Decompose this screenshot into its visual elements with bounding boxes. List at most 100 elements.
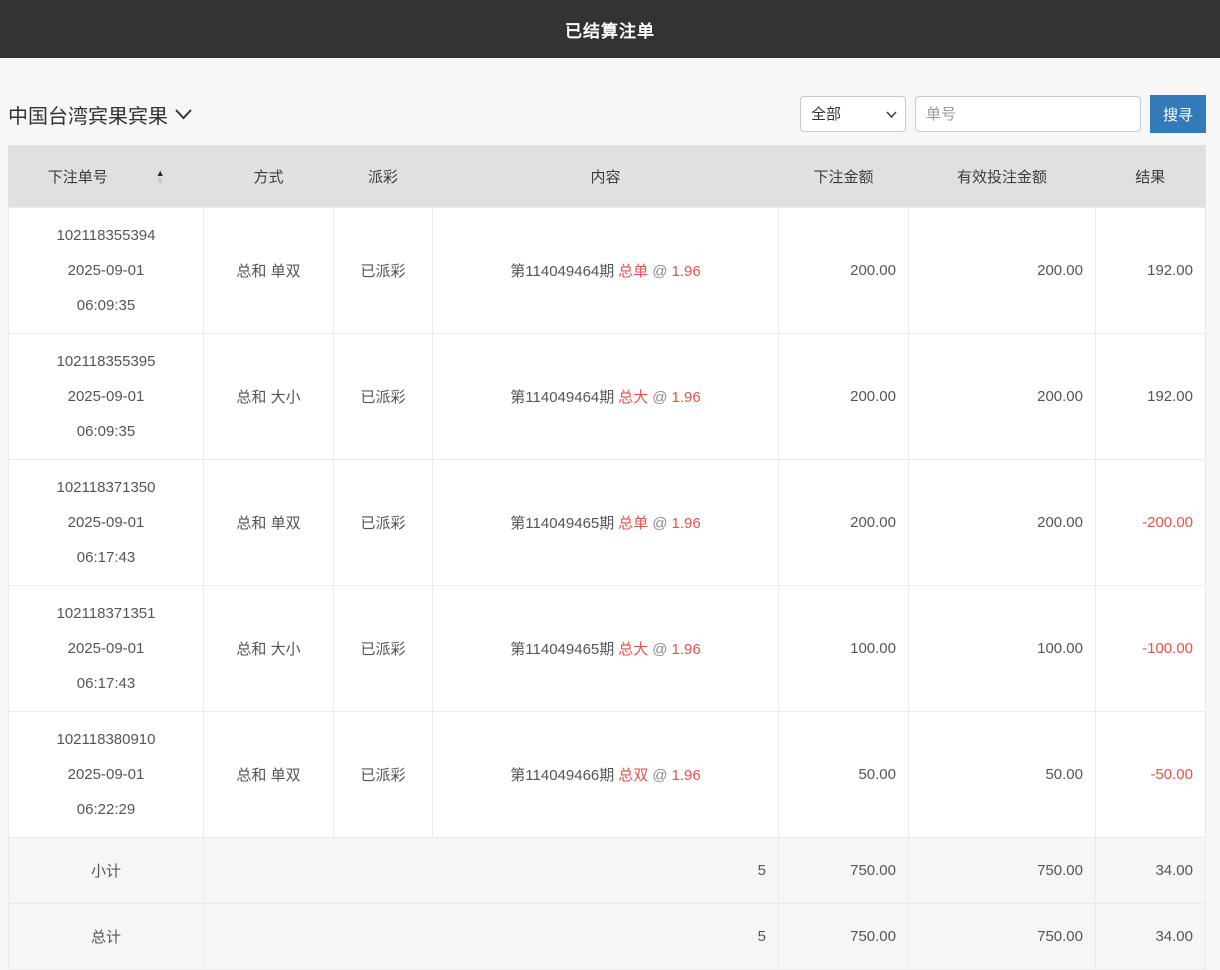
result-cell: -100.00 bbox=[1096, 586, 1206, 712]
payout-cell: 已派彩 bbox=[334, 460, 433, 586]
content-cell: 第114049466期总双@1.96 bbox=[433, 712, 779, 838]
column-header-bet-amount: 下注金额 bbox=[779, 146, 909, 208]
bet-time: 06:09:35 bbox=[10, 414, 202, 449]
payout-cell: 已派彩 bbox=[334, 586, 433, 712]
method-cell: 总和 单双 bbox=[204, 712, 334, 838]
bet-date: 2025-09-01 bbox=[10, 505, 202, 540]
bet-amount-cell: 200.00 bbox=[779, 208, 909, 334]
search-button[interactable]: 搜寻 bbox=[1150, 95, 1206, 133]
page-title: 已结算注单 bbox=[565, 17, 655, 42]
column-header-result: 结果 bbox=[1096, 146, 1206, 208]
method-cell: 总和 大小 bbox=[204, 586, 334, 712]
game-selector[interactable]: 中国台湾宾果宾果 bbox=[8, 100, 192, 129]
bet-date: 2025-09-01 bbox=[10, 631, 202, 666]
at-sign: @ bbox=[652, 515, 667, 532]
pick: 总大 bbox=[618, 641, 648, 658]
odds: 1.96 bbox=[672, 263, 701, 280]
bet-id: 102118371351 bbox=[10, 596, 202, 631]
table-row: 102118355394 2025-09-01 06:09:35 总和 单双 已… bbox=[9, 208, 1206, 334]
column-header-payout: 派彩 bbox=[334, 146, 433, 208]
method-cell: 总和 单双 bbox=[204, 208, 334, 334]
payout-cell: 已派彩 bbox=[334, 208, 433, 334]
status-select-wrap: 全部 bbox=[800, 96, 906, 132]
column-header-valid-amount: 有效投注金额 bbox=[909, 146, 1096, 208]
pick: 总单 bbox=[618, 515, 648, 532]
valid-amount-cell: 200.00 bbox=[909, 208, 1096, 334]
total-bet-amount: 750.00 bbox=[779, 904, 909, 970]
bet-id-cell: 102118355395 2025-09-01 06:09:35 bbox=[9, 334, 204, 460]
filter-controls: 全部 搜寻 bbox=[800, 95, 1206, 133]
valid-amount-cell: 200.00 bbox=[909, 460, 1096, 586]
title-bar: 已结算注单 bbox=[0, 0, 1220, 58]
bet-id: 102118371350 bbox=[10, 470, 202, 505]
at-sign: @ bbox=[652, 641, 667, 658]
bet-id-cell: 102118371350 2025-09-01 06:17:43 bbox=[9, 460, 204, 586]
order-number-input[interactable] bbox=[915, 96, 1141, 132]
period: 第114049464期 bbox=[510, 263, 614, 280]
table-row: 102118380910 2025-09-01 06:22:29 总和 单双 已… bbox=[9, 712, 1206, 838]
column-header-content: 内容 bbox=[433, 146, 779, 208]
bet-id-cell: 102118371351 2025-09-01 06:17:43 bbox=[9, 586, 204, 712]
bet-id: 102118355395 bbox=[10, 344, 202, 379]
subtotal-valid-amount: 750.00 bbox=[909, 838, 1096, 904]
subtotal-count: 5 bbox=[204, 838, 779, 904]
subtotal-row: 小计 5 750.00 750.00 34.00 bbox=[9, 838, 1206, 904]
result-cell: -200.00 bbox=[1096, 460, 1206, 586]
odds: 1.96 bbox=[672, 767, 701, 784]
total-result: 34.00 bbox=[1096, 904, 1206, 970]
result-cell: 192.00 bbox=[1096, 334, 1206, 460]
period: 第114049464期 bbox=[510, 389, 614, 406]
table-row: 102118371351 2025-09-01 06:17:43 总和 大小 已… bbox=[9, 586, 1206, 712]
status-select[interactable]: 全部 bbox=[801, 97, 905, 131]
bet-amount-cell: 100.00 bbox=[779, 586, 909, 712]
bet-amount-cell: 50.00 bbox=[779, 712, 909, 838]
content-cell: 第114049464期总单@1.96 bbox=[433, 208, 779, 334]
bet-date: 2025-09-01 bbox=[10, 253, 202, 288]
content-cell: 第114049464期总大@1.96 bbox=[433, 334, 779, 460]
bet-id: 102118380910 bbox=[10, 722, 202, 757]
odds: 1.96 bbox=[672, 389, 701, 406]
bet-id: 102118355394 bbox=[10, 218, 202, 253]
table-header-row: 下注单号 ▲ ▼ 方式 派彩 内容 下注金额 有效投注金额 结果 bbox=[9, 146, 1206, 208]
at-sign: @ bbox=[652, 389, 667, 406]
at-sign: @ bbox=[652, 263, 667, 280]
column-header-method: 方式 bbox=[204, 146, 334, 208]
content-cell: 第114049465期总单@1.96 bbox=[433, 460, 779, 586]
bet-amount-cell: 200.00 bbox=[779, 334, 909, 460]
sort-desc-icon: ▼ bbox=[156, 177, 165, 185]
total-count: 5 bbox=[204, 904, 779, 970]
filter-row: 中国台湾宾果宾果 全部 搜寻 bbox=[8, 95, 1206, 133]
valid-amount-cell: 50.00 bbox=[909, 712, 1096, 838]
bet-date: 2025-09-01 bbox=[10, 379, 202, 414]
bet-date: 2025-09-01 bbox=[10, 757, 202, 792]
valid-amount-cell: 100.00 bbox=[909, 586, 1096, 712]
result-cell: -50.00 bbox=[1096, 712, 1206, 838]
method-cell: 总和 单双 bbox=[204, 460, 334, 586]
bet-time: 06:17:43 bbox=[10, 540, 202, 575]
odds: 1.96 bbox=[672, 641, 701, 658]
bet-id-cell: 102118380910 2025-09-01 06:22:29 bbox=[9, 712, 204, 838]
method-cell: 总和 大小 bbox=[204, 334, 334, 460]
at-sign: @ bbox=[652, 767, 667, 784]
total-label: 总计 bbox=[9, 904, 204, 970]
period: 第114049465期 bbox=[510, 641, 614, 658]
payout-cell: 已派彩 bbox=[334, 334, 433, 460]
bet-time: 06:09:35 bbox=[10, 288, 202, 323]
chevron-down-icon bbox=[175, 109, 192, 120]
table-row: 102118355395 2025-09-01 06:09:35 总和 大小 已… bbox=[9, 334, 1206, 460]
bet-amount-cell: 200.00 bbox=[779, 460, 909, 586]
valid-amount-cell: 200.00 bbox=[909, 334, 1096, 460]
pick: 总大 bbox=[618, 389, 648, 406]
period: 第114049466期 bbox=[510, 767, 614, 784]
total-valid-amount: 750.00 bbox=[909, 904, 1096, 970]
bet-time: 06:22:29 bbox=[10, 792, 202, 827]
odds: 1.96 bbox=[672, 515, 701, 532]
sort-icons: ▲ ▼ bbox=[156, 169, 165, 185]
content-cell: 第114049465期总大@1.96 bbox=[433, 586, 779, 712]
period: 第114049465期 bbox=[510, 515, 614, 532]
result-cell: 192.00 bbox=[1096, 208, 1206, 334]
bet-id-cell: 102118355394 2025-09-01 06:09:35 bbox=[9, 208, 204, 334]
total-row: 总计 5 750.00 750.00 34.00 bbox=[9, 904, 1206, 970]
payout-cell: 已派彩 bbox=[334, 712, 433, 838]
column-header-bet-id[interactable]: 下注单号 ▲ ▼ bbox=[9, 146, 204, 208]
